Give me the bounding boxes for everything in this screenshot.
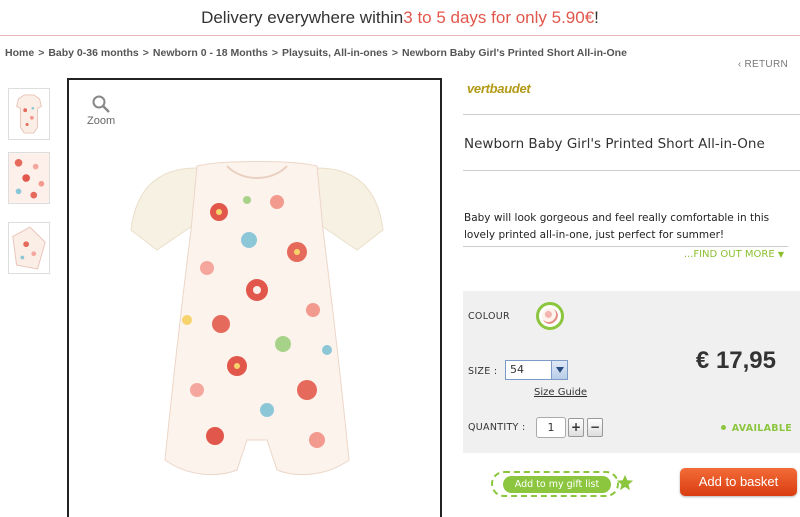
size-label: SIZE : <box>468 366 498 377</box>
thumbnail-1[interactable] <box>8 88 50 140</box>
add-to-basket-button[interactable]: Add to basket <box>680 468 797 496</box>
find-out-more-link[interactable]: ...FIND OUT MORE ▼ <box>684 249 784 260</box>
quantity-label: QUANTITY : <box>468 422 526 433</box>
availability-status: AVAILABLE <box>720 423 792 434</box>
size-select[interactable]: 54 <box>505 360 568 380</box>
quantity-increase-button[interactable]: + <box>568 418 584 437</box>
breadcrumb-current: Newborn Baby Girl's Printed Short All-in… <box>401 47 627 59</box>
breadcrumb-home[interactable]: Home <box>5 47 34 59</box>
status-dot-icon <box>720 425 726 430</box>
thumbnail-3[interactable] <box>8 222 50 274</box>
zoom-icon <box>92 95 110 113</box>
size-guide-link[interactable]: Size Guide <box>534 387 587 398</box>
delivery-banner: Delivery everywhere within 3 to 5 days f… <box>0 0 800 36</box>
product-price: € 17,95 <box>695 347 776 374</box>
zoom-label: Zoom <box>87 115 116 127</box>
return-label: RETURN <box>744 59 788 70</box>
divider <box>463 246 788 247</box>
chevron-down-icon <box>551 361 567 379</box>
product-title: Newborn Baby Girl's Printed Short All-in… <box>464 136 765 152</box>
star-icon <box>616 474 634 491</box>
thumbnail-detail-image <box>9 223 49 273</box>
thumbnail-pattern-image <box>9 153 49 203</box>
romper-illustration <box>130 161 384 476</box>
swatch-pattern-icon <box>542 308 558 324</box>
add-to-gift-list-button[interactable]: Add to my gift list <box>491 471 619 497</box>
breadcrumb-newborn[interactable]: Newborn 0 - 18 Months <box>153 47 268 59</box>
size-select-value: 54 <box>510 363 524 376</box>
brand-logo[interactable]: vertbaudet <box>467 81 531 96</box>
main-product-image[interactable]: Zoom <box>67 78 442 517</box>
breadcrumb-separator: > <box>38 47 45 59</box>
zoom-control[interactable]: Zoom <box>87 94 115 127</box>
return-link[interactable]: ‹ RETURN <box>738 59 788 70</box>
divider <box>463 114 800 115</box>
breadcrumb-baby[interactable]: Baby 0-36 months <box>48 47 138 59</box>
gift-list-label: Add to my gift list <box>503 476 611 493</box>
breadcrumb: Home > Baby 0-36 months > Newborn 0 - 18 Mon… <box>5 47 627 59</box>
banner-highlight: 3 to 5 days for only 5.90€ <box>403 7 595 27</box>
thumbnail-2[interactable] <box>8 152 50 204</box>
breadcrumb-separator: > <box>142 47 149 59</box>
divider <box>463 170 800 171</box>
quantity-decrease-button[interactable]: − <box>587 418 603 437</box>
banner-suffix: ! <box>594 7 599 27</box>
colour-swatch[interactable] <box>536 302 564 330</box>
chevron-down-icon: ▼ <box>777 250 784 259</box>
banner-prefix: Delivery everywhere within <box>201 7 404 27</box>
quantity-input[interactable]: 1 <box>536 417 566 438</box>
find-out-more-label: ...FIND OUT MORE <box>683 249 775 260</box>
breadcrumb-separator: > <box>271 47 278 59</box>
product-description: Baby will look gorgeous and feel really … <box>464 212 770 241</box>
purchase-options-panel: COLOUR SIZE : 54 Size Guide € 17,95 QUAN… <box>463 291 800 453</box>
thumbnail-romper-image <box>16 94 42 134</box>
colour-label: COLOUR <box>468 311 510 322</box>
availability-label: AVAILABLE <box>731 423 792 434</box>
breadcrumb-separator: > <box>391 47 398 59</box>
breadcrumb-playsuits[interactable]: Playsuits, All-in-ones <box>282 47 388 59</box>
